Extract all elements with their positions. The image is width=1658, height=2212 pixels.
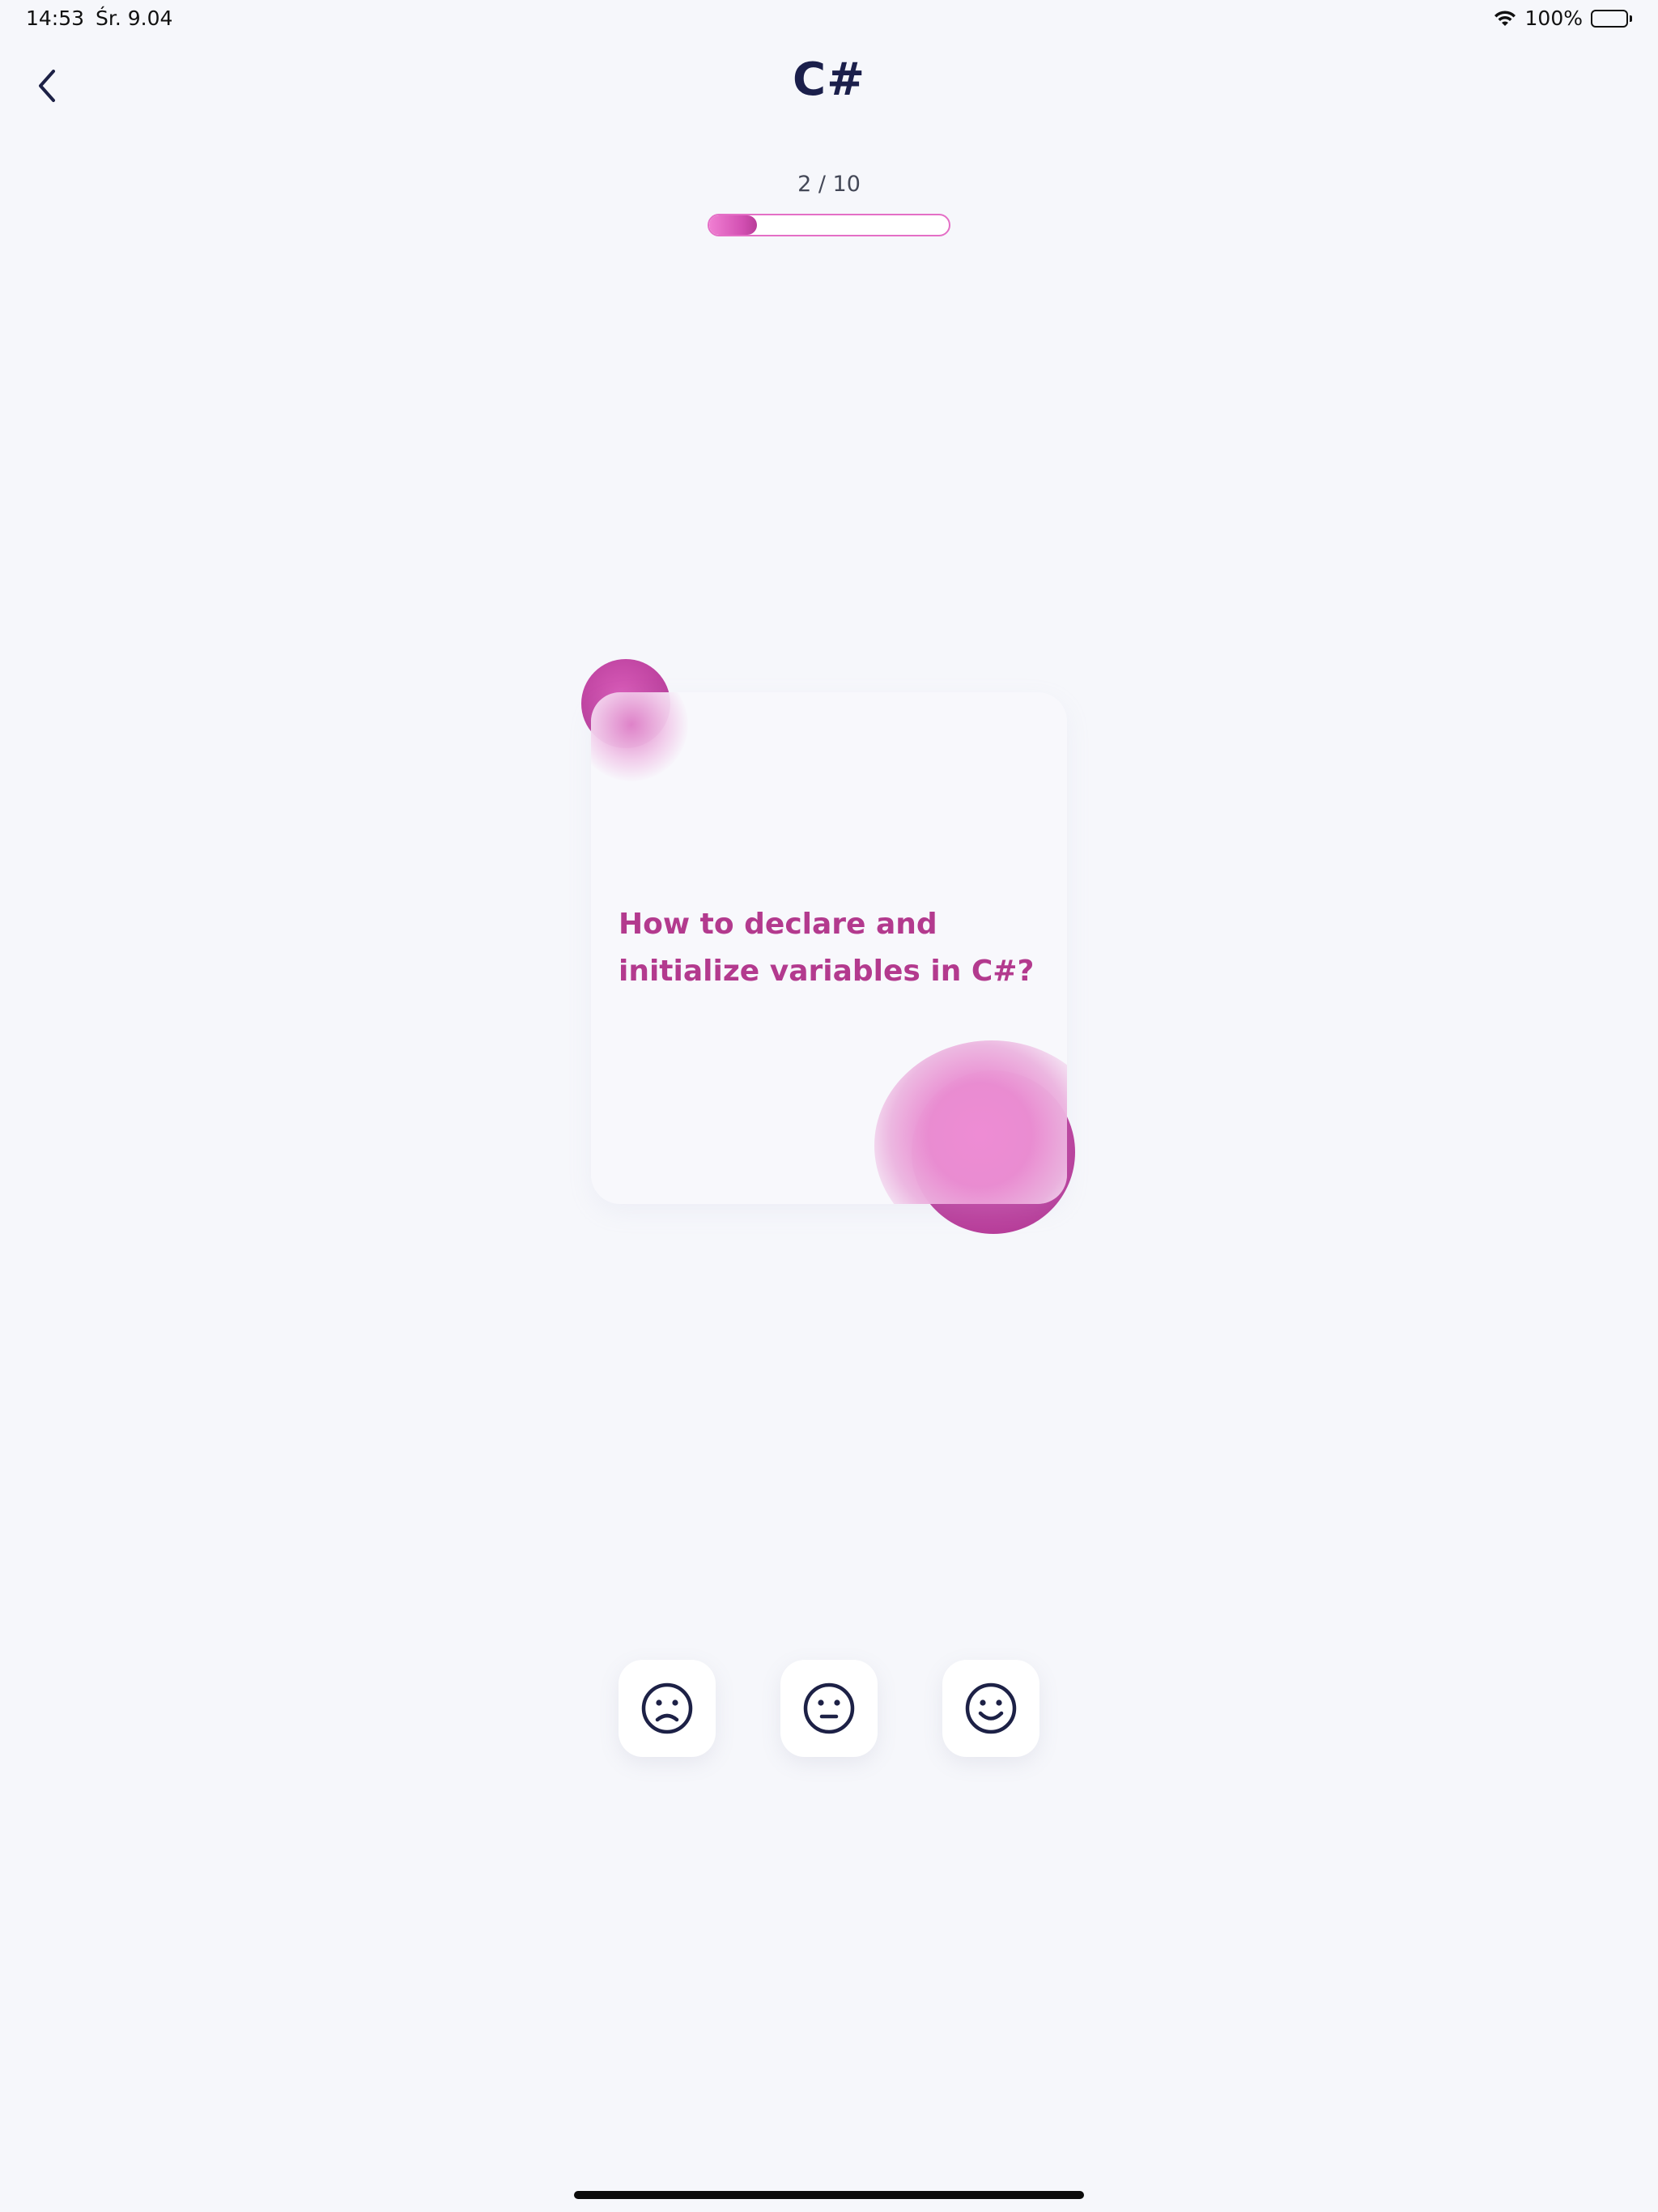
battery-percentage: 100% (1524, 6, 1583, 30)
progress-bar (708, 214, 950, 236)
rate-medium-button[interactable] (780, 1660, 878, 1757)
flashcard-question: How to declare and initialize variables … (619, 908, 1035, 988)
sad-face-icon (641, 1682, 693, 1734)
page-title: C# (792, 53, 866, 106)
home-indicator (574, 2191, 1084, 2199)
happy-face-icon (965, 1682, 1017, 1734)
flashcard-screen: 14:53 Śr. 9.04 100% C# 2 / 10 How to dec… (0, 0, 1658, 2212)
battery-icon (1591, 9, 1632, 28)
card-glow-top (591, 692, 688, 781)
progress-label: 2 / 10 (797, 172, 861, 197)
card-glow-bottom (874, 1040, 1067, 1204)
rate-easy-button[interactable] (942, 1660, 1039, 1757)
status-time: 14:53 (26, 6, 85, 30)
progress-bar-fill (709, 215, 758, 235)
status-date: Śr. 9.04 (96, 6, 173, 30)
rate-hard-button[interactable] (619, 1660, 716, 1757)
neutral-face-icon (803, 1682, 855, 1734)
flashcard[interactable]: How to declare and initialize variables … (591, 692, 1067, 1204)
status-bar: 14:53 Śr. 9.04 100% (0, 0, 1658, 39)
status-indicators: 100% (1493, 6, 1632, 30)
wifi-icon (1493, 10, 1517, 28)
rating-buttons (0, 1660, 1658, 1757)
